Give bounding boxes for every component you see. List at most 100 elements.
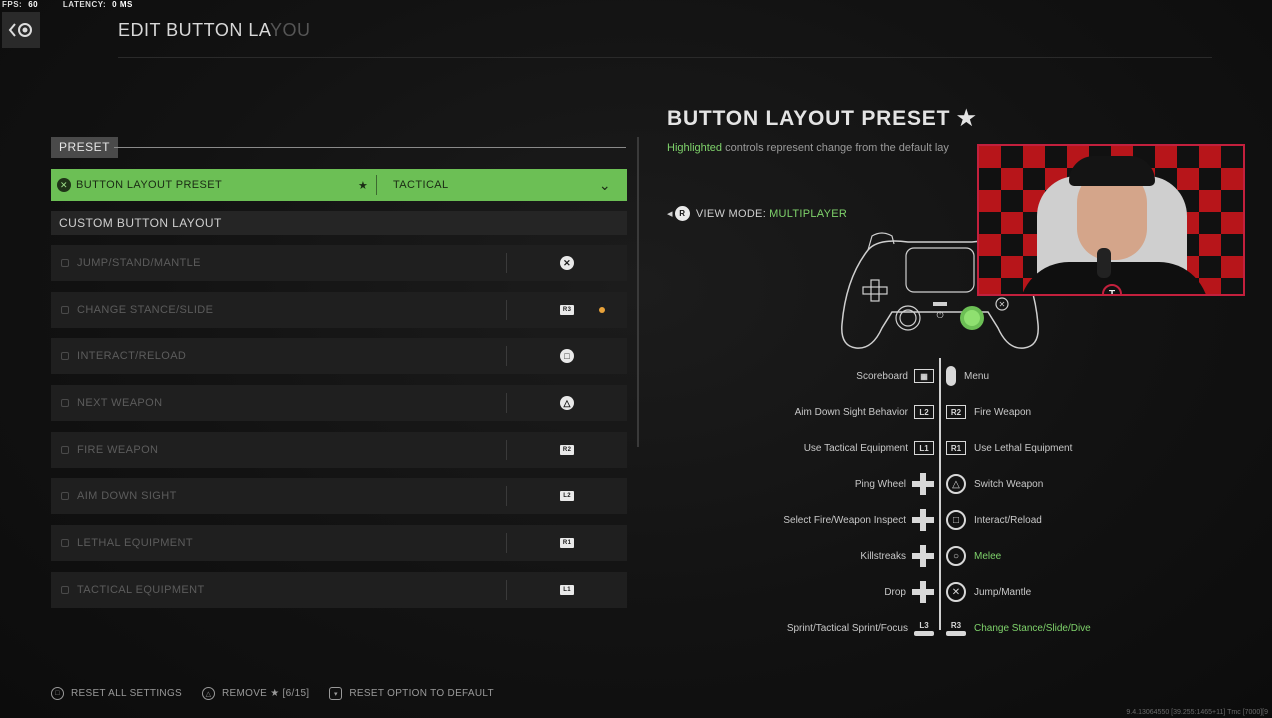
list-item[interactable]: TACTICAL EQUIPMENT L1	[51, 571, 627, 608]
mapping-row: △ Switch Weapon	[946, 466, 1146, 502]
build-version: 9.4.13064550 [39.255:1465+11] Tmc [7000]…	[1126, 709, 1268, 716]
highlight-note-green: Highlighted	[667, 142, 723, 154]
mapping-divider	[939, 358, 941, 630]
r-stick-icon: R	[674, 206, 690, 221]
mapping-row: R1 Use Lethal Equipment	[946, 430, 1146, 466]
lock-icon	[61, 305, 69, 314]
mapping-label: Menu	[964, 370, 990, 382]
mapping-label: Scoreboard	[856, 370, 908, 382]
list-item[interactable]: AIM DOWN SIGHT L2	[51, 478, 627, 515]
custom-button-layout-header: CUSTOM BUTTON LAYOUT	[51, 211, 627, 235]
view-mode-toggle[interactable]: ◂ R VIEW MODE: MULTIPLAYER	[667, 206, 847, 221]
mapping-row: Scoreboard ▦	[700, 358, 934, 394]
row-label: NEXT WEAPON	[76, 397, 163, 410]
svg-text:⏻: ⏻	[936, 310, 943, 321]
mapping-label: Select Fire/Weapon Inspect	[783, 514, 906, 526]
preset-divider	[114, 147, 626, 148]
l3-stick-label: L3	[919, 620, 929, 630]
controller-mapping-right: Menu R2 Fire Weapon R1 Use Lethal Equipmen…	[946, 358, 1146, 646]
cross-button-icon: ✕	[560, 256, 575, 270]
mapping-row: Menu	[946, 358, 1146, 394]
mapping-label: Melee	[974, 550, 1002, 562]
reset-all-settings-button[interactable]: □ RESET ALL SETTINGS	[51, 687, 182, 700]
mapping-row: R2 Fire Weapon	[946, 394, 1146, 430]
fps-value: 60	[28, 0, 39, 9]
l2-button-icon: L2	[560, 491, 575, 502]
svg-text:✕: ✕	[999, 300, 1006, 309]
row-label: FIRE WEAPON	[76, 443, 159, 456]
mapping-label: Change Stance/Slide/Dive	[974, 622, 1091, 634]
mapping-row: Ping Wheel	[700, 466, 934, 502]
square-button-icon: □	[51, 687, 64, 700]
reset-option-button[interactable]: ▾ RESET OPTION TO DEFAULT	[329, 687, 494, 700]
mapping-row: ○ Melee	[946, 538, 1146, 574]
preset-tab[interactable]: PRESET	[51, 137, 119, 158]
square-button-icon: □	[560, 349, 575, 364]
footer-actions: □ RESET ALL SETTINGS △ REMOVE ★ [6/15] ▾…	[51, 687, 514, 700]
triangle-button-icon: △	[202, 687, 215, 700]
mapping-row: Aim Down Sight Behavior L2	[700, 394, 934, 430]
lock-icon	[61, 585, 69, 594]
r3-stick-icon: R3	[560, 304, 575, 315]
r1-button-icon: R1	[946, 441, 966, 455]
r3-stick-label: R3	[950, 620, 962, 630]
webcam-person-cap	[1069, 156, 1155, 186]
mapping-label: Fire Weapon	[974, 406, 1032, 418]
page-title-text: EDIT BUTTON LA	[118, 20, 271, 40]
r1-button-icon: R1	[560, 538, 575, 549]
highlight-note: Highlighted controls represent change fr…	[667, 142, 949, 154]
row-label: JUMP/STAND/MANTLE	[76, 257, 201, 269]
dpad-icon	[912, 509, 934, 531]
lock-icon	[61, 399, 69, 408]
triangle-button-icon: △	[560, 396, 575, 411]
triangle-button-icon: △	[946, 474, 966, 494]
preset-label: BUTTON LAYOUT PRESET	[76, 179, 223, 191]
l1-button-icon: L1	[914, 441, 934, 455]
row-label: LETHAL EQUIPMENT	[76, 537, 193, 550]
lock-icon	[61, 352, 69, 361]
list-item[interactable]: FIRE WEAPON R2	[51, 431, 627, 468]
list-item[interactable]: JUMP/STAND/MANTLE ✕	[51, 245, 627, 281]
star-icon[interactable]: ★	[358, 179, 376, 192]
mapping-label: Ping Wheel	[854, 478, 906, 490]
l2-button-icon: L2	[914, 405, 934, 419]
remove-favorite-button[interactable]: △ REMOVE ★ [6/15]	[202, 687, 309, 700]
list-item[interactable]: LETHAL EQUIPMENT R1	[51, 525, 627, 562]
view-mode-label: VIEW MODE:	[695, 207, 767, 220]
mapping-label: Jump/Mantle	[974, 586, 1032, 598]
panel-scrollbar[interactable]	[637, 137, 639, 447]
reset-all-label: RESET ALL SETTINGS	[71, 688, 182, 699]
button-layout-preset-selector[interactable]: ✕ BUTTON LAYOUT PRESET ★ TACTICAL ⌄	[51, 169, 627, 201]
mapping-row: □ Interact/Reload	[946, 502, 1146, 538]
highlight-note-text: controls represent change from the defau…	[722, 142, 949, 154]
list-item[interactable]: INTERACT/RELOAD □	[51, 338, 627, 375]
lock-icon	[61, 259, 69, 267]
changed-indicator	[599, 306, 605, 313]
lock-icon	[61, 539, 69, 548]
fps-label: FPS:	[2, 0, 23, 9]
mapping-label: Drop	[884, 586, 906, 598]
mapping-label: Aim Down Sight Behavior	[794, 406, 908, 418]
dpad-icon	[912, 545, 934, 567]
square-button-icon: □	[946, 510, 966, 530]
list-item[interactable]: NEXT WEAPON △	[51, 385, 627, 422]
touchpad-icon: ▦	[914, 369, 934, 383]
list-item[interactable]: CHANGE STANCE/SLIDE R3	[51, 291, 627, 328]
row-label: INTERACT/RELOAD	[76, 350, 187, 363]
back-button[interactable]	[2, 12, 40, 48]
circle-button-icon: ○	[946, 546, 966, 566]
header-divider	[118, 57, 1212, 58]
mapping-row: ✕ Jump/Mantle	[946, 574, 1146, 610]
chevron-down-icon[interactable]: ⌄	[599, 177, 611, 194]
mapping-row: Drop	[700, 574, 934, 610]
performance-stats: FPS: 60 LATENCY: 0 MS	[2, 0, 155, 9]
row-label: CHANGE STANCE/SLIDE	[76, 303, 214, 316]
row-label: AIM DOWN SIGHT	[76, 490, 177, 503]
dpad-icon	[912, 473, 934, 495]
preset-value: TACTICAL	[393, 179, 449, 191]
row-label: TACTICAL EQUIPMENT	[76, 583, 205, 596]
right-panel-title: BUTTON LAYOUT PRESET ★	[667, 107, 977, 130]
remove-label: REMOVE ★ [6/15]	[222, 688, 310, 699]
r2-button-icon: R2	[946, 405, 966, 419]
mapping-row: R3 Change Stance/Slide/Dive	[946, 610, 1146, 646]
